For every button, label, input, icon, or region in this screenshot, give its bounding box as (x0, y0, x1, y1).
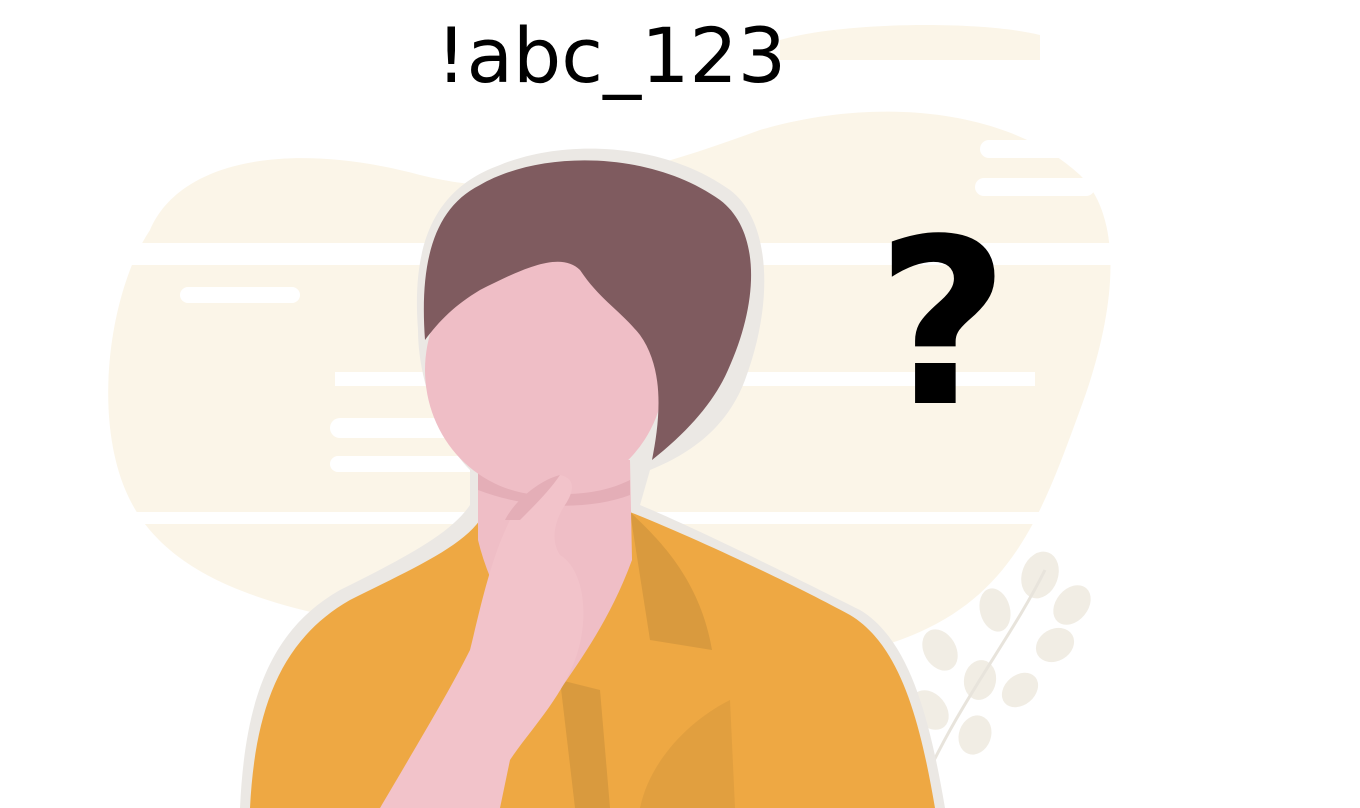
caption-text: !abc_123 (436, 11, 787, 100)
canvas: !abc_123 ? (0, 0, 1360, 808)
question-mark-symbol: ? (876, 191, 1010, 458)
thinking-person-illustration (100, 24, 1120, 808)
